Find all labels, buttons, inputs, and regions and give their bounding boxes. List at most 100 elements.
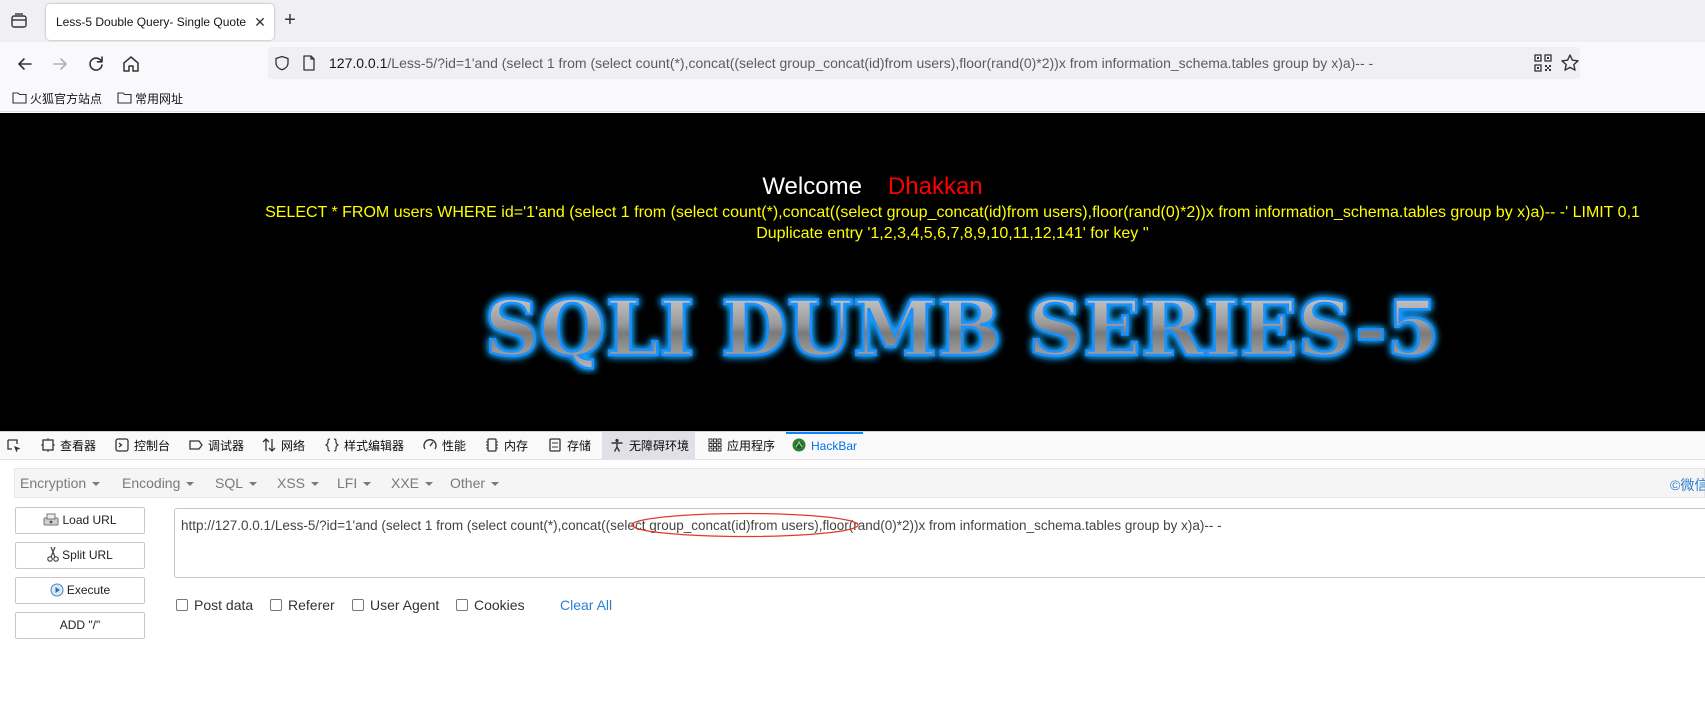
network-icon	[262, 438, 276, 452]
option-post-data[interactable]: Post data	[176, 597, 253, 613]
reload-icon[interactable]	[85, 53, 107, 75]
highlight-circle-annotation	[631, 512, 859, 538]
menu-sql[interactable]: SQL	[215, 475, 258, 491]
execute-button[interactable]: Execute	[15, 577, 145, 604]
cookies-checkbox[interactable]	[456, 599, 468, 611]
forward-icon[interactable]	[49, 53, 71, 75]
sql-query-text: SELECT * FROM users WHERE id='1'and (sel…	[265, 204, 1640, 221]
page-content: Welcome Dhakkan SELECT * FROM users WHERE…	[0, 113, 1705, 431]
hackbar-icon	[792, 438, 806, 452]
devtools-toolbar: 查看器 控制台 调试器 网络 样式编辑器 性能 内存 存储 无障碍环境 应用程序	[0, 432, 1705, 460]
inspector-icon	[41, 438, 55, 452]
play-icon	[50, 583, 64, 597]
navigation-bar: 127.0.0.1/Less-5/?id=1'and (select 1 fro…	[0, 42, 1705, 86]
sqli-dumb-series-banner: SQLI DUMB SERIES-5	[483, 285, 1441, 374]
option-user-agent[interactable]: User Agent	[352, 597, 439, 613]
page-info-icon[interactable]	[302, 55, 316, 71]
chevron-down-icon	[311, 482, 320, 486]
bookmark-star-icon[interactable]	[1560, 53, 1580, 73]
tab-label: 样式编辑器	[344, 439, 405, 453]
list-all-tabs-icon[interactable]	[10, 12, 28, 30]
menu-xss[interactable]: XSS	[277, 475, 320, 491]
new-tab-icon[interactable]: +	[280, 10, 300, 30]
sql-error-text: Duplicate entry '1,2,3,4,5,6,7,8,9,10,11…	[756, 225, 1149, 242]
button-label: Execute	[66, 583, 111, 597]
tab-style-editor[interactable]: 样式编辑器	[325, 432, 404, 460]
split-url-button[interactable]: Split URL	[15, 542, 145, 569]
tab-label: HackBar	[811, 439, 858, 453]
chevron-down-icon	[425, 482, 434, 486]
tab-memory[interactable]: 内存	[485, 432, 528, 460]
tab-label: 控制台	[134, 439, 171, 453]
url-text: 127.0.0.1/Less-5/?id=1'and (select 1 fro…	[329, 55, 1373, 71]
browser-tab[interactable]: Less-5 Double Query- Single Quotes- Stri…	[46, 4, 274, 40]
tab-storage[interactable]: 存储	[548, 432, 591, 460]
folder-icon	[117, 92, 132, 104]
accessibility-icon	[611, 438, 623, 452]
folder-icon	[12, 92, 27, 104]
menu-label: SQL	[215, 475, 244, 491]
option-label: Referer	[288, 597, 335, 613]
menu-other[interactable]: Other	[450, 475, 500, 491]
tab-debugger[interactable]: 调试器	[189, 432, 244, 460]
option-referer[interactable]: Referer	[270, 597, 335, 613]
bookmarks-toolbar: 火狐官方站点 常用网址	[0, 86, 1705, 112]
tab-network[interactable]: 网络	[262, 432, 305, 460]
welcome-line: Welcome Dhakkan	[0, 173, 1705, 201]
close-tab-icon[interactable]: ✕	[251, 13, 269, 31]
option-cookies[interactable]: Cookies	[456, 597, 525, 613]
tab-label: 网络	[281, 439, 306, 453]
bookmark-firefox-official[interactable]: 火狐官方站点	[12, 90, 102, 107]
tab-title: Less-5 Double Query- Single Quotes- Stri…	[56, 15, 246, 29]
hackbar-credit[interactable]: ©微信	[1670, 475, 1705, 495]
banner-text: SQLI DUMB SERIES-5	[484, 285, 1439, 373]
menu-label: LFI	[337, 475, 358, 491]
menu-xxe[interactable]: XXE	[391, 475, 434, 491]
home-icon[interactable]	[120, 53, 142, 75]
chevron-down-icon	[186, 482, 195, 486]
bookmark-common-sites[interactable]: 常用网址	[117, 90, 183, 107]
menu-label: Encoding	[122, 475, 181, 491]
user-agent-checkbox[interactable]	[352, 599, 364, 611]
tab-inspector[interactable]: 查看器	[41, 432, 96, 460]
button-label: ADD "/"	[59, 618, 101, 632]
chevron-down-icon	[249, 482, 258, 486]
load-url-button[interactable]: Load URL	[15, 507, 145, 534]
tab-label: 应用程序	[727, 439, 776, 453]
tab-console[interactable]: 控制台	[115, 432, 170, 460]
chevron-down-icon	[92, 482, 101, 486]
hackbar-url-input[interactable]: http://127.0.0.1/Less-5/?id=1'and (selec…	[174, 508, 1705, 578]
tab-label: 性能	[442, 439, 467, 453]
devtools-panel: 查看器 控制台 调试器 网络 样式编辑器 性能 内存 存储 无障碍环境 应用程序	[0, 431, 1705, 722]
post-data-checkbox[interactable]	[176, 599, 188, 611]
button-label: Split URL	[62, 548, 113, 562]
style-editor-icon	[325, 438, 339, 452]
qr-code-icon[interactable]	[1534, 54, 1552, 72]
add-slash-button[interactable]: ADD "/"	[15, 612, 145, 639]
option-label: User Agent	[370, 597, 440, 613]
clear-all-link[interactable]: Clear All	[560, 597, 612, 613]
url-path: /Less-5/?id=1'and (select 1 from (select…	[387, 55, 1374, 71]
menu-label: XXE	[391, 475, 420, 491]
back-icon[interactable]	[14, 53, 36, 75]
menu-lfi[interactable]: LFI	[337, 475, 372, 491]
url-host: 127.0.0.1	[329, 55, 388, 71]
menu-encryption[interactable]: Encryption	[20, 475, 101, 491]
tracking-protection-shield-icon[interactable]	[274, 55, 290, 71]
tab-performance[interactable]: 性能	[423, 432, 466, 460]
tab-strip: Less-5 Double Query- Single Quotes- Stri…	[0, 0, 1705, 42]
option-label: Post data	[194, 597, 254, 613]
console-icon	[115, 438, 129, 452]
debugger-icon	[189, 440, 203, 450]
address-bar[interactable]: 127.0.0.1/Less-5/?id=1'and (select 1 fro…	[268, 47, 1580, 79]
menu-encoding[interactable]: Encoding	[122, 475, 195, 491]
option-label: Cookies	[474, 597, 525, 613]
application-icon	[708, 438, 722, 452]
tab-application[interactable]: 应用程序	[708, 432, 775, 460]
tab-accessibility[interactable]: 无障碍环境	[602, 432, 696, 460]
element-picker-icon[interactable]	[6, 438, 22, 454]
referer-checkbox[interactable]	[270, 599, 282, 611]
tab-label: 调试器	[208, 439, 245, 453]
tab-hackbar[interactable]: HackBar	[786, 432, 864, 460]
tab-label: 查看器	[60, 439, 97, 453]
